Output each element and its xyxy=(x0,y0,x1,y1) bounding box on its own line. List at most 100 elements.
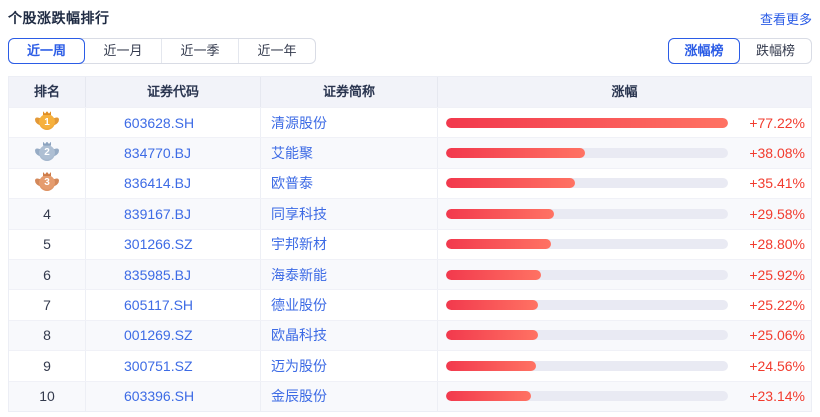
stock-code-link[interactable]: 603628.SH xyxy=(124,115,194,131)
col-header-rank: 排名 xyxy=(9,77,86,107)
change-bar-track xyxy=(446,270,728,280)
table-row[interactable]: 8 001269.SZ 欧晶科技 +25.06% xyxy=(9,320,811,350)
name-cell: 德业股份 xyxy=(261,290,438,319)
change-bar-fill xyxy=(446,300,538,310)
table-row[interactable]: 1 603628.SH 清源股份 +77.22% xyxy=(9,107,811,137)
code-cell: 603628.SH xyxy=(86,108,261,137)
rank-number: 4 xyxy=(43,206,51,222)
code-cell: 603396.SH xyxy=(86,382,261,411)
code-cell: 001269.SZ xyxy=(86,321,261,350)
page-title: 个股涨跌幅排行 xyxy=(8,8,110,28)
stock-name-link[interactable]: 欧晶科技 xyxy=(271,325,327,345)
change-bar-fill xyxy=(446,209,554,219)
rank-number: 9 xyxy=(43,358,51,374)
change-bar-fill xyxy=(446,239,551,249)
stock-name-link[interactable]: 欧普泰 xyxy=(271,173,313,193)
tab-month[interactable]: 近一月 xyxy=(84,39,161,63)
name-cell: 清源股份 xyxy=(261,108,438,137)
change-cell: +77.22% xyxy=(438,108,811,137)
table-row[interactable]: 2 834770.BJ 艾能聚 +38.08% xyxy=(9,137,811,167)
tab-week[interactable]: 近一周 xyxy=(8,38,85,64)
stock-rank-widget: 个股涨跌幅排行 查看更多 近一周 近一月 近一季 近一年 涨幅榜 跌幅榜 排名 … xyxy=(0,0,820,417)
rank-cell: 2 xyxy=(9,138,86,167)
table-row[interactable]: 5 301266.SZ 宇邦新材 +28.80% xyxy=(9,229,811,259)
tab-gainers[interactable]: 涨幅榜 xyxy=(668,38,740,64)
change-cell: +25.06% xyxy=(438,321,811,350)
stock-code-link[interactable]: 836414.BJ xyxy=(124,175,191,191)
table-row[interactable]: 6 835985.BJ 海泰新能 +25.92% xyxy=(9,259,811,289)
stock-code-link[interactable]: 300751.SZ xyxy=(124,358,193,374)
code-cell: 834770.BJ xyxy=(86,138,261,167)
stock-code-link[interactable]: 834770.BJ xyxy=(124,145,191,161)
table-row[interactable]: 9 300751.SZ 迈为股份 +24.56% xyxy=(9,350,811,380)
stock-name-link[interactable]: 艾能聚 xyxy=(271,143,313,163)
change-bar-fill xyxy=(446,330,538,340)
change-percent: +23.14% xyxy=(737,388,805,404)
change-bar-fill xyxy=(446,118,728,128)
stock-code-link[interactable]: 301266.SZ xyxy=(124,236,193,252)
stock-name-link[interactable]: 德业股份 xyxy=(271,295,327,315)
code-cell: 835985.BJ xyxy=(86,260,261,289)
code-cell: 605117.SH xyxy=(86,290,261,319)
rank-cell: 6 xyxy=(9,260,86,289)
stock-name-link[interactable]: 宇邦新材 xyxy=(271,234,327,254)
change-cell: +29.58% xyxy=(438,199,811,228)
stock-code-link[interactable]: 839167.BJ xyxy=(124,206,191,222)
change-bar-fill xyxy=(446,148,585,158)
code-cell: 300751.SZ xyxy=(86,351,261,380)
change-bar-fill xyxy=(446,361,536,371)
ranking-table: 排名 证券代码 证券简称 涨幅 1 603628.SH 清源股份 +77.22%… xyxy=(8,76,812,412)
stock-code-link[interactable]: 835985.BJ xyxy=(124,267,191,283)
table-row[interactable]: 4 839167.BJ 同享科技 +29.58% xyxy=(9,198,811,228)
change-cell: +25.92% xyxy=(438,260,811,289)
controls-row: 近一周 近一月 近一季 近一年 涨幅榜 跌幅榜 xyxy=(8,38,812,64)
change-percent: +24.56% xyxy=(737,358,805,374)
rank-number: 8 xyxy=(43,327,51,343)
rank-cell: 7 xyxy=(9,290,86,319)
table-row[interactable]: 7 605117.SH 德业股份 +25.22% xyxy=(9,289,811,319)
rank-number: 6 xyxy=(43,267,51,283)
change-cell: +28.80% xyxy=(438,230,811,259)
change-percent: +35.41% xyxy=(737,175,805,191)
change-bar-track xyxy=(446,118,728,128)
board-tabs: 涨幅榜 跌幅榜 xyxy=(668,38,812,64)
rank-cell: 4 xyxy=(9,199,86,228)
table-row[interactable]: 10 603396.SH 金辰股份 +23.14% xyxy=(9,381,811,411)
tab-losers[interactable]: 跌幅榜 xyxy=(739,39,811,63)
rank-cell: 9 xyxy=(9,351,86,380)
table-body: 1 603628.SH 清源股份 +77.22% 2 834770.BJ 艾能聚 xyxy=(9,107,811,411)
change-bar-track xyxy=(446,391,728,401)
change-percent: +29.58% xyxy=(737,206,805,222)
change-bar-track xyxy=(446,239,728,249)
change-bar-track xyxy=(446,148,728,158)
stock-name-link[interactable]: 清源股份 xyxy=(271,113,327,133)
stock-name-link[interactable]: 迈为股份 xyxy=(271,356,327,376)
stock-code-link[interactable]: 603396.SH xyxy=(124,388,194,404)
view-more-link[interactable]: 查看更多 xyxy=(760,9,812,28)
table-row[interactable]: 3 836414.BJ 欧普泰 +35.41% xyxy=(9,168,811,198)
rank-number: 5 xyxy=(43,236,51,252)
change-cell: +35.41% xyxy=(438,169,811,198)
table-header: 排名 证券代码 证券简称 涨幅 xyxy=(9,77,811,107)
tab-year[interactable]: 近一年 xyxy=(238,39,315,63)
change-cell: +38.08% xyxy=(438,138,811,167)
rank-cell: 8 xyxy=(9,321,86,350)
stock-name-link[interactable]: 金辰股份 xyxy=(271,386,327,406)
stock-code-link[interactable]: 605117.SH xyxy=(124,297,193,313)
change-percent: +77.22% xyxy=(737,115,805,131)
stock-code-link[interactable]: 001269.SZ xyxy=(124,327,193,343)
stock-name-link[interactable]: 同享科技 xyxy=(271,204,327,224)
rank-cell: 3 xyxy=(9,169,86,198)
change-bar-track xyxy=(446,330,728,340)
code-cell: 836414.BJ xyxy=(86,169,261,198)
change-cell: +25.22% xyxy=(438,290,811,319)
change-percent: +38.08% xyxy=(737,145,805,161)
name-cell: 同享科技 xyxy=(261,199,438,228)
stock-name-link[interactable]: 海泰新能 xyxy=(271,265,327,285)
code-cell: 301266.SZ xyxy=(86,230,261,259)
name-cell: 金辰股份 xyxy=(261,382,438,411)
change-percent: +28.80% xyxy=(737,236,805,252)
tab-quarter[interactable]: 近一季 xyxy=(161,39,238,63)
period-tabs: 近一周 近一月 近一季 近一年 xyxy=(8,38,316,64)
change-bar-track xyxy=(446,178,728,188)
